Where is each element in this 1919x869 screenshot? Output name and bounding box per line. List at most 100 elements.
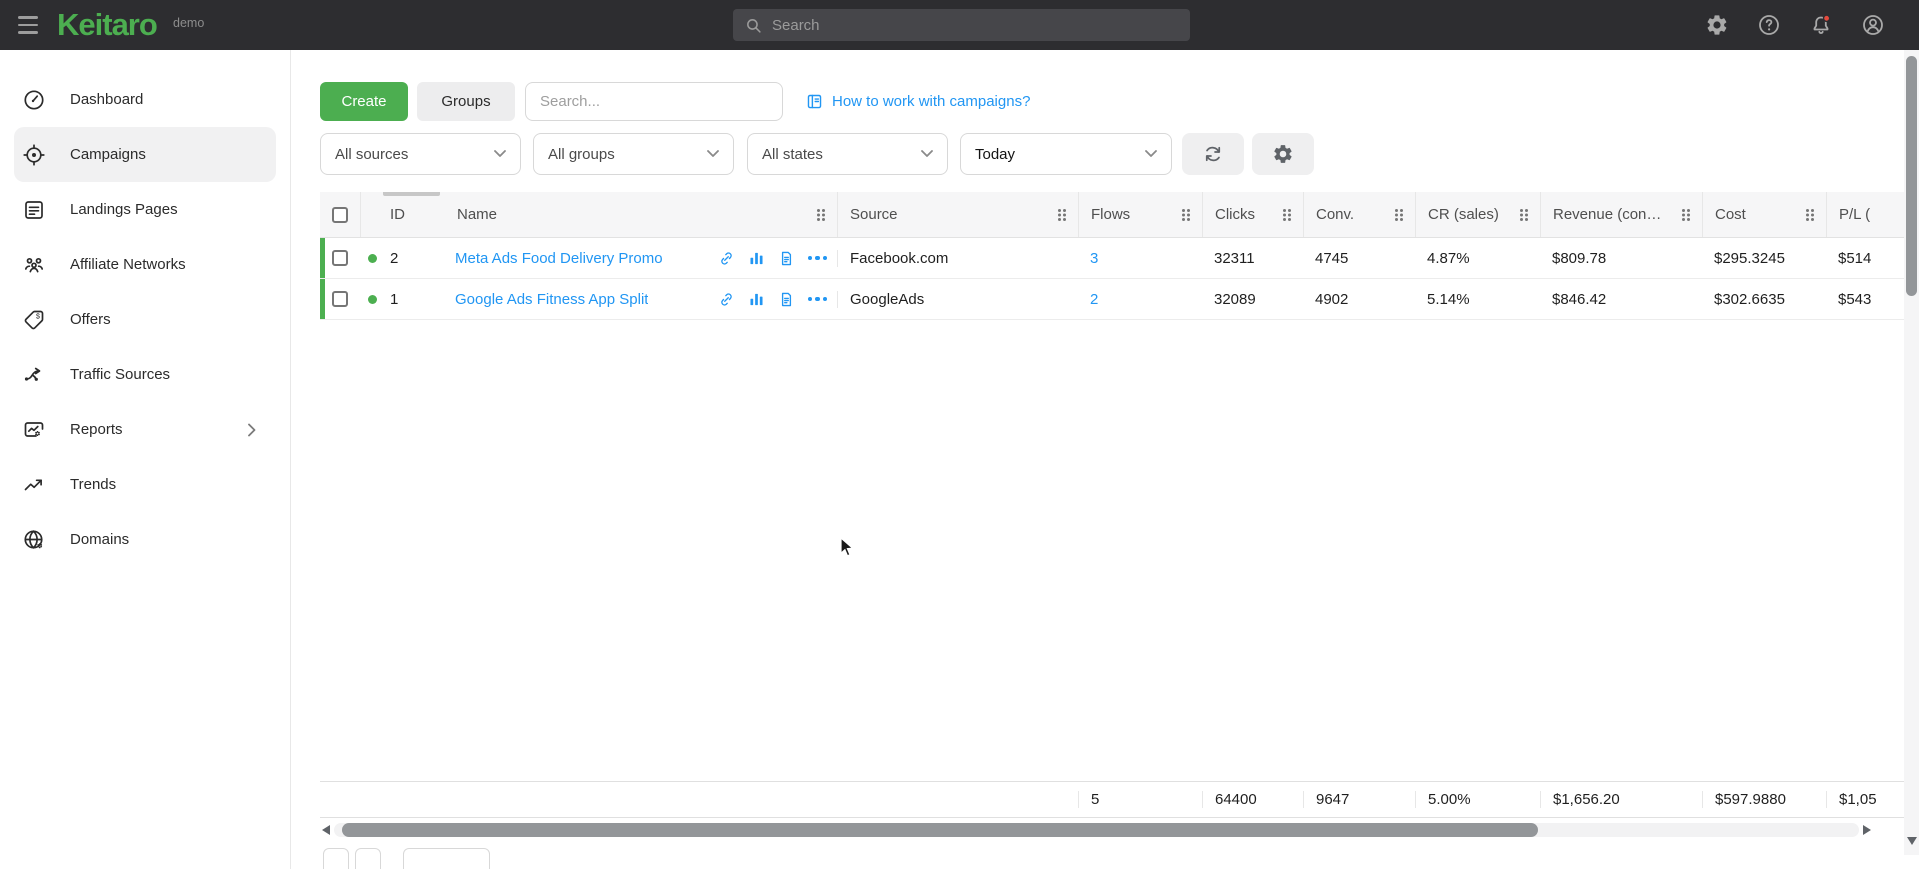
cell-revenue: $846.42 xyxy=(1540,291,1702,308)
table-settings-button[interactable] xyxy=(1252,133,1314,175)
refresh-icon xyxy=(1202,143,1224,165)
cell-cr: 5.14% xyxy=(1415,291,1540,308)
help-campaigns-link[interactable]: How to work with campaigns? xyxy=(806,82,1030,121)
row-checkbox[interactable] xyxy=(320,291,360,307)
target-icon xyxy=(22,143,46,167)
sidebar-item-traffic-sources[interactable]: Traffic Sources xyxy=(14,347,276,402)
page-size-select[interactable] xyxy=(403,848,490,869)
gear-icon[interactable] xyxy=(1705,13,1729,37)
sidebar-item-domains[interactable]: Domains xyxy=(14,512,276,567)
cell-source: Facebook.com xyxy=(837,250,1078,267)
filter-sources-select[interactable]: All sources xyxy=(320,133,521,175)
table-row: 2 Meta Ads Food Delivery Promo Facebook.… xyxy=(320,238,1905,279)
sidebar-item-label: Trends xyxy=(70,476,116,493)
column-header-revenue[interactable]: Revenue (con… xyxy=(1540,192,1702,237)
total-clicks: 64400 xyxy=(1202,791,1303,808)
column-header-cost[interactable]: Cost xyxy=(1702,192,1826,237)
link-icon[interactable] xyxy=(718,250,735,267)
flows-link[interactable]: 3 xyxy=(1090,250,1098,267)
sidebar-item-label: Affiliate Networks xyxy=(70,256,186,273)
flows-link[interactable]: 2 xyxy=(1090,291,1098,308)
column-header-source[interactable]: Source xyxy=(837,192,1078,237)
stats-chart-icon[interactable] xyxy=(748,291,765,308)
column-drag-handle[interactable] xyxy=(1682,209,1690,221)
column-drag-handle[interactable] xyxy=(1283,209,1291,221)
people-icon xyxy=(22,253,46,277)
campaign-link[interactable]: Google Ads Fitness App Split xyxy=(455,291,648,308)
total-conv: 9647 xyxy=(1303,791,1415,808)
cell-conv: 4745 xyxy=(1303,250,1415,267)
scrollbar-thumb[interactable] xyxy=(1906,56,1917,296)
filter-states-value: All states xyxy=(762,146,823,163)
trend-up-icon xyxy=(22,473,46,497)
column-drag-handle[interactable] xyxy=(1058,209,1066,221)
column-header-name[interactable]: Name xyxy=(445,192,837,237)
table-row: 1 Google Ads Fitness App Split GoogleAds… xyxy=(320,279,1905,320)
pagination-prev-button[interactable] xyxy=(323,848,349,869)
column-drag-handle[interactable] xyxy=(1182,209,1190,221)
sidebar: Dashboard Campaigns Landings Pages Affil… xyxy=(0,50,291,869)
row-actions xyxy=(718,250,828,267)
scroll-down-arrow-icon[interactable] xyxy=(1907,837,1917,845)
column-header-clicks[interactable]: Clicks xyxy=(1202,192,1303,237)
global-search-input[interactable] xyxy=(772,17,1178,34)
global-search xyxy=(733,9,1190,41)
filter-states-select[interactable]: All states xyxy=(747,133,948,175)
filter-groups-select[interactable]: All groups xyxy=(533,133,734,175)
column-header-conv[interactable]: Conv. xyxy=(1303,192,1415,237)
more-actions-icon[interactable] xyxy=(808,254,828,263)
pagination-next-button[interactable] xyxy=(355,848,381,869)
column-drag-handle[interactable] xyxy=(1806,209,1814,221)
gear-icon xyxy=(1272,143,1294,165)
cell-flows: 2 xyxy=(1078,291,1202,308)
scroll-right-arrow-icon[interactable] xyxy=(1863,825,1871,835)
sidebar-item-label: Offers xyxy=(70,311,111,328)
app-logo[interactable]: Keitaro xyxy=(57,7,157,43)
sidebar-item-campaigns[interactable]: Campaigns xyxy=(14,127,276,182)
groups-button[interactable]: Groups xyxy=(417,82,515,121)
scrollbar-thumb[interactable] xyxy=(342,823,1538,837)
account-icon[interactable] xyxy=(1861,13,1885,37)
stats-chart-icon[interactable] xyxy=(748,250,765,267)
bell-icon[interactable] xyxy=(1809,13,1833,37)
sidebar-item-dashboard[interactable]: Dashboard xyxy=(14,72,276,127)
refresh-button[interactable] xyxy=(1182,133,1244,175)
cell-clicks: 32311 xyxy=(1202,250,1303,267)
column-drag-handle[interactable] xyxy=(817,209,825,221)
more-actions-icon[interactable] xyxy=(808,295,828,304)
pages-icon xyxy=(22,198,46,222)
sidebar-item-affiliate-networks[interactable]: Affiliate Networks xyxy=(14,237,276,292)
cell-name: Meta Ads Food Delivery Promo xyxy=(445,250,837,267)
topbar-icons xyxy=(1705,0,1885,50)
chevron-down-icon xyxy=(707,150,719,158)
campaign-search-input[interactable] xyxy=(525,82,783,121)
link-icon[interactable] xyxy=(718,291,735,308)
column-header-flows[interactable]: Flows xyxy=(1078,192,1202,237)
mouse-cursor xyxy=(840,537,860,559)
select-all-checkbox[interactable] xyxy=(320,192,360,237)
sidebar-item-label: Landings Pages xyxy=(70,201,178,218)
cell-id: 1 xyxy=(384,291,445,308)
sidebar-item-trends[interactable]: Trends xyxy=(14,457,276,512)
scroll-left-arrow-icon[interactable] xyxy=(322,825,330,835)
keitaro-app: Keitaro demo Dashboard Campaigns Landing… xyxy=(0,0,1919,869)
campaign-link[interactable]: Meta Ads Food Delivery Promo xyxy=(455,250,663,267)
column-header-cr[interactable]: CR (sales) xyxy=(1415,192,1540,237)
sidebar-item-reports[interactable]: Reports xyxy=(14,402,276,457)
hamburger-menu-icon[interactable] xyxy=(18,16,38,34)
filter-date-select[interactable]: Today xyxy=(960,133,1172,175)
report-doc-icon[interactable] xyxy=(778,250,795,267)
column-drag-handle[interactable] xyxy=(1395,209,1403,221)
cell-pl: $543 xyxy=(1826,291,1905,308)
column-header-id[interactable]: ID xyxy=(384,192,445,237)
column-header-pl[interactable]: P/L ( xyxy=(1826,192,1905,237)
report-doc-icon[interactable] xyxy=(778,291,795,308)
row-checkbox[interactable] xyxy=(320,250,360,266)
cell-cost: $302.6635 xyxy=(1702,291,1826,308)
sidebar-item-offers[interactable]: $ Offers xyxy=(14,292,276,347)
create-button[interactable]: Create xyxy=(320,82,408,121)
sidebar-item-landings-pages[interactable]: Landings Pages xyxy=(14,182,276,237)
column-drag-handle[interactable] xyxy=(1520,209,1528,221)
help-icon[interactable] xyxy=(1757,13,1781,37)
demo-badge: demo xyxy=(173,16,204,30)
